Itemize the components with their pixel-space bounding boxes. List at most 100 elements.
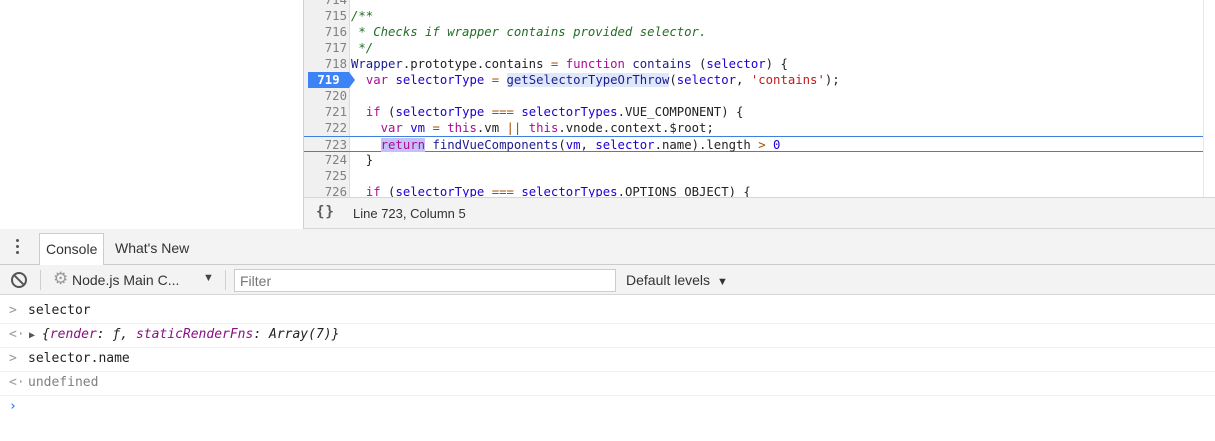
gear-icon: ⚙ <box>53 269 69 288</box>
line-number[interactable]: 724 <box>304 152 347 168</box>
line-number[interactable]: 726 <box>304 184 347 197</box>
code-line[interactable]: 725 <box>304 168 1203 184</box>
chevron-down-icon[interactable]: ▼ <box>203 272 214 284</box>
code-line[interactable]: 721 if (selectorType === selectorTypes.V… <box>304 104 1203 120</box>
toolbar-divider <box>225 270 226 290</box>
code-text: return findVueComponents(vm, selector.na… <box>351 137 780 153</box>
code-token: ( <box>558 138 566 152</box>
code-token: 'contains' <box>750 73 825 87</box>
code-token: function <box>565 57 625 71</box>
line-number[interactable]: 725 <box>304 168 347 184</box>
code-token: === <box>491 185 514 197</box>
code-text: * Checks if wrapper contains provided se… <box>351 24 706 40</box>
code-token: vm <box>410 121 426 135</box>
console-input-message: > selector <box>0 300 1215 324</box>
line-number[interactable]: 718 <box>304 56 347 72</box>
line-number[interactable]: 722 <box>304 120 347 136</box>
line-number[interactable]: 721 <box>304 104 347 120</box>
tab-console[interactable]: Console <box>39 233 105 265</box>
code-token: = <box>432 121 440 135</box>
pretty-print-icon[interactable]: {} <box>316 204 335 220</box>
code-token: selectorType <box>395 73 485 87</box>
line-number[interactable]: 716 <box>304 24 347 40</box>
code-token: this <box>447 121 477 135</box>
code-line[interactable]: 726 if (selectorType === selectorTypes.O… <box>304 184 1203 197</box>
console-toolbar: ⚙ Node.js Main C... ▼ Default levels ▼ <box>0 265 1215 295</box>
result-prompt-icon: <· <box>9 375 25 390</box>
drawer-tab-bar: Console What's New <box>0 229 1215 265</box>
console-prompt-icon: › <box>9 399 17 414</box>
code-token: return <box>380 138 426 152</box>
code-line[interactable]: 716 * Checks if wrapper contains provide… <box>304 24 1203 40</box>
result-prompt-icon: <· <box>9 327 25 342</box>
log-levels-dropdown[interactable]: Default levels ▼ <box>626 272 728 288</box>
object-value: Array(7) <box>269 327 332 342</box>
line-number[interactable]: 714 <box>304 0 347 8</box>
source-editor[interactable]: 714 715/** 716 * Checks if wrapper contain… <box>304 0 1215 197</box>
code-line[interactable]: 724 } <box>304 152 1203 168</box>
filter-input[interactable] <box>234 269 616 292</box>
code-token: selector <box>706 57 766 71</box>
code-line[interactable]: 722 var vm = this.vm || this.vnode.conte… <box>304 120 1203 136</box>
code-text: Wrapper.prototype.contains = function co… <box>351 56 788 72</box>
code-token: , <box>580 138 596 152</box>
editor-scrollbar[interactable] <box>1203 0 1215 197</box>
code-token: var <box>365 73 389 87</box>
object-brace: } <box>331 327 340 342</box>
toolbar-divider <box>40 270 41 290</box>
code-line[interactable]: 720 <box>304 88 1203 104</box>
input-prompt-icon: > <box>9 303 17 318</box>
chevron-down-icon: ▼ <box>716 276 728 288</box>
code-token: ) { <box>765 57 788 71</box>
code-token: > <box>758 138 766 152</box>
code-token: || <box>506 121 522 135</box>
line-number[interactable]: 723 <box>304 137 347 153</box>
code-token: * Checks if wrapper contains provided se… <box>351 25 707 39</box>
code-token: 0 <box>773 138 781 152</box>
cursor-position: Line 723, Column 5 <box>353 206 466 221</box>
code-token: ( <box>669 73 677 87</box>
line-number[interactable]: 717 <box>304 40 347 56</box>
breakpoint-marker[interactable]: 719 <box>308 72 355 88</box>
code-token: .name).length <box>654 138 759 152</box>
code-token: .vnode.context.$root; <box>558 121 714 135</box>
console-input-text: selector.name <box>28 351 130 366</box>
input-prompt-icon: > <box>9 351 17 366</box>
console-prompt-line[interactable]: › <box>0 396 1215 420</box>
current-execution-line[interactable]: 723 return findVueComponents(vm, selecto… <box>304 136 1203 152</box>
more-options-icon[interactable] <box>12 238 24 256</box>
console-input-message: > selector.name <box>0 348 1215 372</box>
object-preview[interactable]: {render: ƒ, staticRenderFns: Array(7)} <box>42 324 339 346</box>
code-token: selectorTypes <box>521 105 618 119</box>
code-token: selector <box>595 138 655 152</box>
code-token: contains <box>632 57 692 71</box>
expand-triangle-icon[interactable]: ▶ <box>29 325 35 347</box>
code-token: Wrapper <box>351 57 403 71</box>
navigator-pane <box>0 0 304 229</box>
code-line[interactable]: 714 <box>304 0 1203 8</box>
line-number[interactable]: 720 <box>304 88 347 104</box>
code-token: .OPTIONS_OBJECT) { <box>617 185 751 197</box>
code-token: ( <box>691 57 707 71</box>
code-line[interactable]: 718 Wrapper.prototype.contains = function… <box>304 56 1203 72</box>
line-number[interactable]: 715 <box>304 8 347 24</box>
code-token: /** <box>351 9 374 23</box>
tab-whats-new[interactable]: What's New <box>109 233 195 265</box>
console-input-text: selector <box>28 303 91 318</box>
code-token: if <box>365 105 381 119</box>
code-token: getSelectorTypeOrThrow <box>506 73 670 87</box>
editor-status-bar: {} Line 723, Column 5 <box>304 197 1215 229</box>
code-line[interactable]: 717 */ <box>304 40 1203 56</box>
clear-console-icon[interactable] <box>11 272 27 288</box>
code-token: selectorType <box>395 185 485 197</box>
code-token: var <box>380 121 403 135</box>
code-token: vm <box>565 138 581 152</box>
execution-context-select[interactable]: Node.js Main C... <box>72 272 179 288</box>
console-result-message: <· undefined <box>0 372 1215 396</box>
code-token: .vm <box>476 121 507 135</box>
code-line[interactable]: 719 var selectorType = getSelectorTypeOr… <box>304 72 1203 88</box>
console-result-message[interactable]: <· ▶ {render: ƒ, staticRenderFns: Array(… <box>0 324 1215 348</box>
code-line[interactable]: 715 /** <box>304 8 1203 24</box>
